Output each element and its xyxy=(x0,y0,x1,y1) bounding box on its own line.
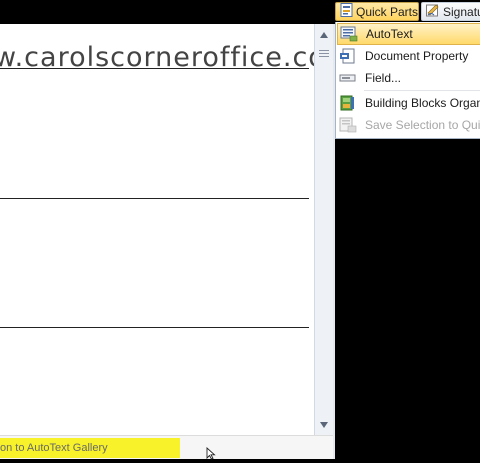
menu-separator xyxy=(364,90,480,91)
vertical-scrollbar[interactable] xyxy=(314,24,333,435)
building-blocks-icon xyxy=(339,95,357,111)
quick-parts-menu: AutoText Document Property Field... Buil… xyxy=(335,22,480,139)
horizontal-rule xyxy=(0,327,309,328)
ribbon-strip: Quick Parts Signatur xyxy=(0,0,480,24)
signature-line-button[interactable]: Signatur xyxy=(421,2,480,21)
status-tip: on to AutoText Gallery xyxy=(0,438,180,458)
menu-item-label: AutoText xyxy=(366,27,413,41)
menu-item-label: Building Blocks Organiz xyxy=(365,96,480,110)
scroll-grip-icon[interactable] xyxy=(319,50,329,58)
menu-item-label: Save Selection to Quick xyxy=(365,118,480,132)
arrow-down-icon xyxy=(320,422,328,428)
signature-label: Signatur xyxy=(443,4,480,19)
menu-item-document-property[interactable]: Document Property xyxy=(337,45,480,67)
horizontal-rule xyxy=(0,198,309,199)
menu-item-save-selection[interactable]: Save Selection to Quick xyxy=(337,114,480,136)
menu-item-field[interactable]: Field... xyxy=(337,67,480,89)
arrow-up-icon xyxy=(320,32,328,38)
quick-parts-label: Quick Parts xyxy=(356,4,419,19)
save-selection-icon xyxy=(339,117,357,133)
quick-parts-icon xyxy=(340,3,353,20)
autotext-icon xyxy=(340,26,358,42)
horizontal-rule xyxy=(0,68,309,69)
scroll-down-button[interactable] xyxy=(316,417,332,433)
field-icon xyxy=(339,70,357,86)
quick-parts-button[interactable]: Quick Parts xyxy=(335,2,430,21)
scroll-up-button[interactable] xyxy=(316,27,332,43)
status-bar: on to AutoText Gallery xyxy=(0,435,333,459)
menu-item-label: Document Property xyxy=(365,49,469,63)
menu-item-autotext[interactable]: AutoText xyxy=(337,23,480,45)
menu-item-label: Field... xyxy=(365,71,402,85)
signature-icon xyxy=(426,3,440,20)
document-page[interactable]: w.carolscorneroffice.com xyxy=(0,24,314,435)
mouse-pointer-icon xyxy=(206,446,216,463)
document-property-icon xyxy=(339,48,357,64)
menu-item-building-blocks-organizer[interactable]: Building Blocks Organiz xyxy=(337,92,480,114)
